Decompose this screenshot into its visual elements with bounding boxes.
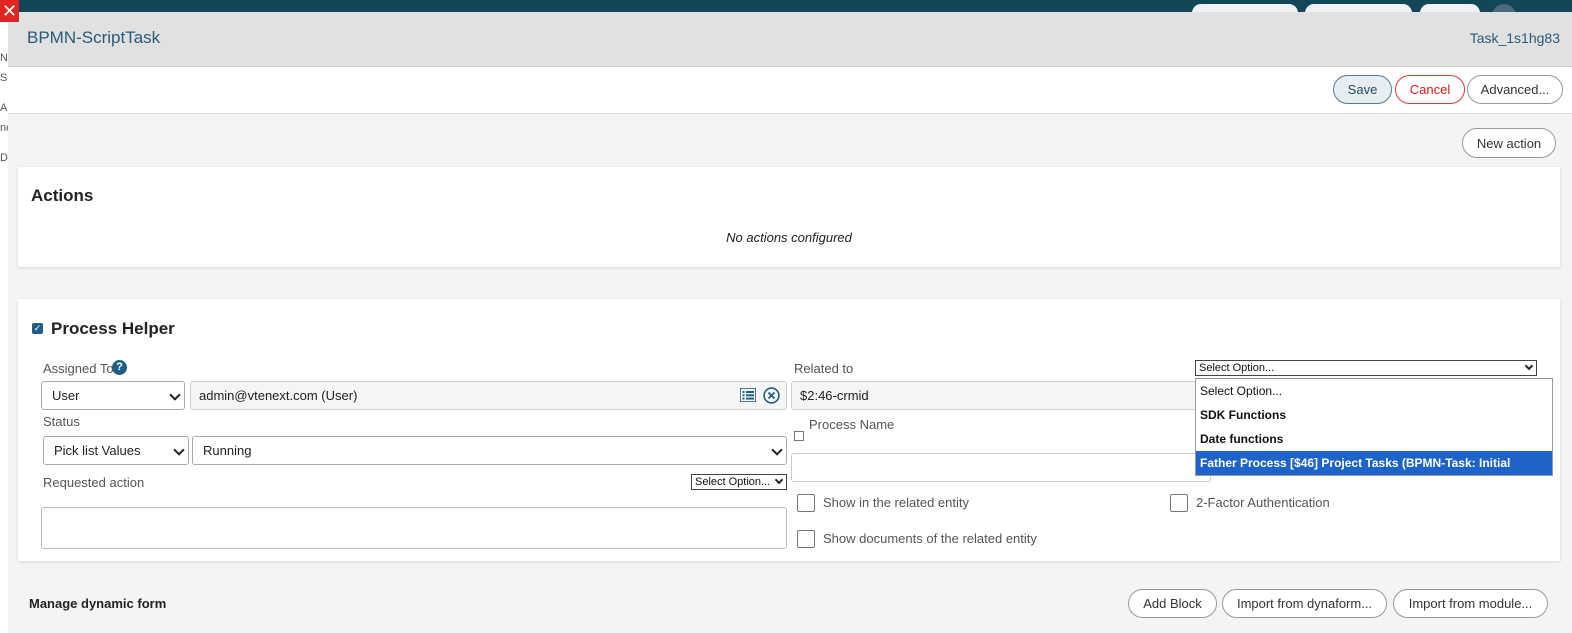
status-value: Running — [203, 443, 252, 458]
modal-header: BPMN-ScriptTask Task_1s1hg83 — [8, 12, 1572, 67]
process-name-input[interactable] — [791, 453, 1211, 482]
dropdown-option[interactable]: Date functions — [1196, 427, 1552, 451]
show-documents-label: Show documents of the related entity — [823, 531, 1037, 546]
script-task-modal: BPMN-ScriptTask Task_1s1hg83 Save Cancel… — [8, 12, 1572, 633]
process-helper-checkbox[interactable]: ✓ — [32, 323, 43, 334]
status-source-value: Pick list Values — [54, 443, 141, 458]
close-icon[interactable]: ✕ — [0, 0, 19, 22]
import-module-button[interactable]: Import from module... — [1393, 589, 1548, 618]
new-action-button[interactable]: New action — [1462, 128, 1556, 158]
background-text: N — [0, 52, 8, 64]
add-block-button[interactable]: Add Block — [1128, 589, 1217, 618]
actions-title: Actions — [31, 186, 94, 205]
dropdown-option-selected[interactable]: Father Process [$46] Project Tasks (BPMN… — [1196, 451, 1552, 494]
process-name-label: Process Name — [809, 417, 895, 432]
modal-toolbar: Save Cancel Advanced... — [8, 67, 1572, 114]
related-to-select-value: Select Option... — [1199, 362, 1275, 374]
assigned-to-label: Assigned To — [43, 361, 114, 376]
modal-title: BPMN-ScriptTask — [27, 28, 161, 47]
process-helper-title: Process Helper — [51, 319, 175, 338]
status-label: Status — [43, 414, 80, 429]
chevron-down-icon — [169, 389, 181, 401]
list-icon[interactable] — [740, 388, 756, 402]
chevron-down-icon — [771, 444, 783, 456]
status-source-select[interactable]: Pick list Values — [43, 436, 189, 465]
show-related-checkbox[interactable] — [797, 494, 815, 512]
assigned-type-select[interactable]: User — [41, 381, 185, 410]
advanced-button[interactable]: Advanced... — [1467, 75, 1563, 104]
help-icon[interactable]: ? — [112, 360, 127, 375]
import-dynaform-button[interactable]: Import from dynaform... — [1222, 589, 1387, 618]
cancel-button[interactable]: Cancel — [1395, 75, 1465, 104]
clear-icon[interactable] — [763, 387, 780, 404]
assigned-type-value: User — [52, 388, 80, 403]
chevron-down-icon — [173, 444, 185, 456]
requested-action-select[interactable]: Select Option... — [691, 474, 787, 490]
no-actions-text: No actions configured — [726, 230, 852, 245]
requested-action-textarea[interactable] — [41, 507, 787, 549]
related-to-field[interactable]: $2:46-crmid — [791, 381, 1211, 410]
related-to-select[interactable]: Select Option... — [1195, 360, 1537, 376]
status-value-select[interactable]: Running — [192, 436, 787, 465]
task-id: Task_1s1hg83 — [1469, 30, 1560, 46]
dynamic-form-bar: Manage dynamic form Add Block Import fro… — [8, 582, 1572, 633]
process-name-checkbox[interactable] — [794, 431, 804, 441]
chevron-down-icon — [774, 475, 784, 485]
show-documents-checkbox[interactable] — [797, 530, 815, 548]
save-button[interactable]: Save — [1333, 75, 1392, 104]
related-to-dropdown: Select Option... SDK Functions Date func… — [1195, 378, 1553, 494]
background-text: D — [0, 152, 8, 164]
assigned-user-field[interactable]: admin@vtenext.com (User) — [190, 381, 787, 410]
chevron-down-icon — [1524, 361, 1534, 371]
two-factor-checkbox[interactable] — [1170, 494, 1188, 512]
show-related-label: Show in the related entity — [823, 495, 969, 510]
requested-action-select-value: Select Option... — [695, 476, 771, 488]
dynamic-form-title: Manage dynamic form — [29, 596, 167, 611]
actions-card: Actions No actions configured — [18, 167, 1560, 267]
assigned-user-value: admin@vtenext.com (User) — [199, 388, 358, 403]
related-to-label: Related to — [794, 361, 854, 376]
requested-action-label: Requested action — [43, 475, 145, 490]
dropdown-option[interactable]: SDK Functions — [1196, 403, 1552, 427]
dropdown-option[interactable]: Select Option... — [1196, 379, 1552, 403]
related-to-value: $2:46-crmid — [800, 388, 869, 403]
